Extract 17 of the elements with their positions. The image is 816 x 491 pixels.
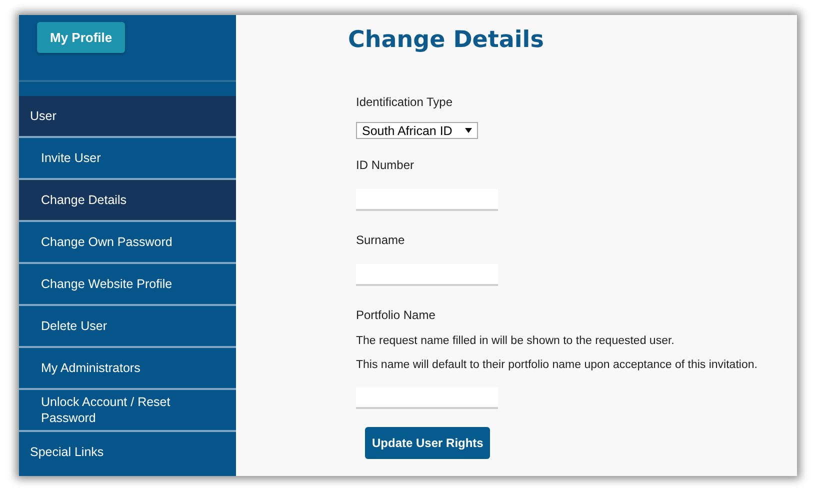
page-title: Change Details (348, 27, 545, 53)
profile-button[interactable]: My Profile (37, 22, 126, 53)
id-type-dropdown[interactable]: South African ID (356, 122, 478, 139)
sidebar-section[interactable]: Special Links (19, 432, 236, 472)
help-text: The request name filled in will be shown to the requested user. (356, 334, 676, 349)
help-text: This name will default to their portfolio name upon acceptance of this invitation. (356, 358, 758, 373)
dropdown-arrow-icon (465, 128, 472, 133)
field-label: Identification Type (356, 95, 454, 109)
sidebar-section[interactable]: User (19, 96, 236, 138)
sidebar-item[interactable]: Change Details (19, 180, 236, 222)
field-label: ID Number (356, 158, 416, 172)
update-button[interactable]: Update User Rights (365, 427, 490, 459)
field-label: Portfolio Name (356, 308, 436, 322)
input-field[interactable] (356, 264, 498, 286)
input-field[interactable] (356, 387, 498, 409)
field-label: Surname (356, 233, 406, 247)
input-field[interactable] (356, 189, 498, 211)
